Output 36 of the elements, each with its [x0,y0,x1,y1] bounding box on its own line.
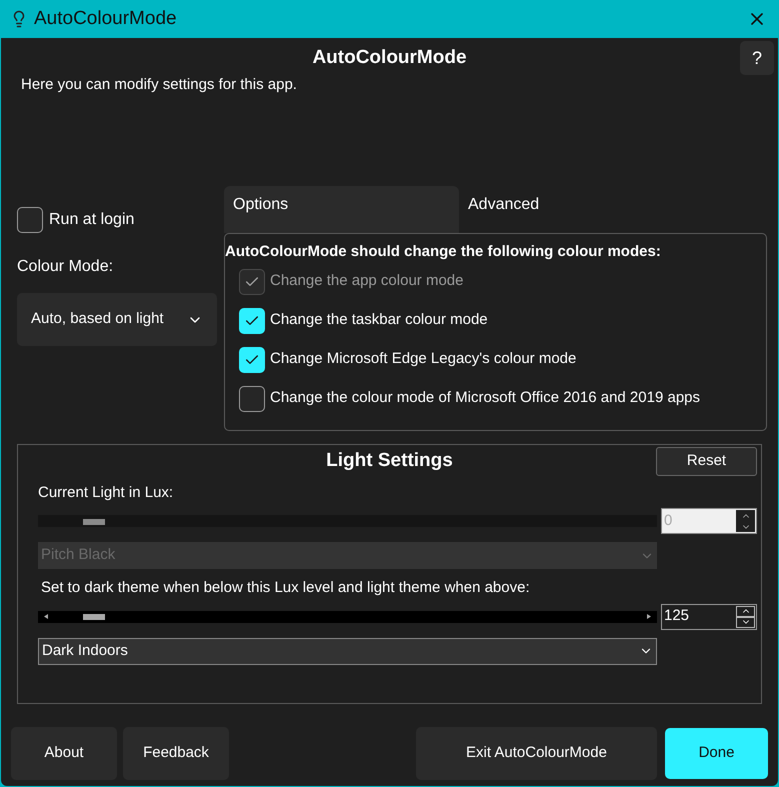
slider-label: Current Light in Lux: [37,482,174,502]
spin-down-icon[interactable] [736,616,755,628]
exit-button[interactable]: Exit AutoColourMode [416,727,657,780]
spin-up-icon[interactable] [736,606,755,616]
right-arrow-icon[interactable] [647,614,651,619]
description: Here you can modify settings for this app. [21,74,298,94]
checkbox[interactable] [239,308,265,334]
option-label: Change the app colour mode [270,271,464,292]
help-button[interactable]: ? [740,41,774,75]
preset-dropdown[interactable]: Dark Indoors [38,638,657,664]
number-value: 125 [663,606,690,626]
checkbox-label: Run at login [49,210,134,230]
done-button[interactable]: Done [665,728,768,779]
option-label: Change the taskbar colour mode [270,310,488,330]
number-field[interactable]: 125 [661,604,757,630]
option-label: Change Microsoft Edge Legacy's colour mode [270,349,576,370]
options-heading: AutoColourMode should change the following colour modes: [225,242,662,262]
reset-button[interactable]: Reset [656,447,757,476]
slider[interactable] [38,610,657,622]
tab[interactable]: Advanced [459,186,694,233]
window-title: AutoColourMode [34,6,177,31]
left-arrow-icon[interactable] [44,614,48,619]
checkbox[interactable] [239,346,265,372]
option-label: Change the colour mode of Microsoft Office 2016 and 2019 apps [270,388,700,408]
slider-label: Set to dark theme when below this Lux level and light theme when above: [40,578,531,598]
number-value: 0 [663,510,674,531]
section-heading: Light Settings [326,449,453,473]
footer-button[interactable]: Feedback [123,727,229,780]
slider-thumb[interactable] [83,614,106,620]
footer-button[interactable]: About [11,727,117,780]
tab[interactable]: Options [224,186,459,233]
checkbox[interactable] [239,386,265,412]
colour-mode-dropdown[interactable]: Auto, based on light [17,293,217,346]
field-label: Colour Mode: [17,257,114,277]
checkbox[interactable] [17,207,43,233]
app-heading: AutoColourMode [312,46,467,70]
